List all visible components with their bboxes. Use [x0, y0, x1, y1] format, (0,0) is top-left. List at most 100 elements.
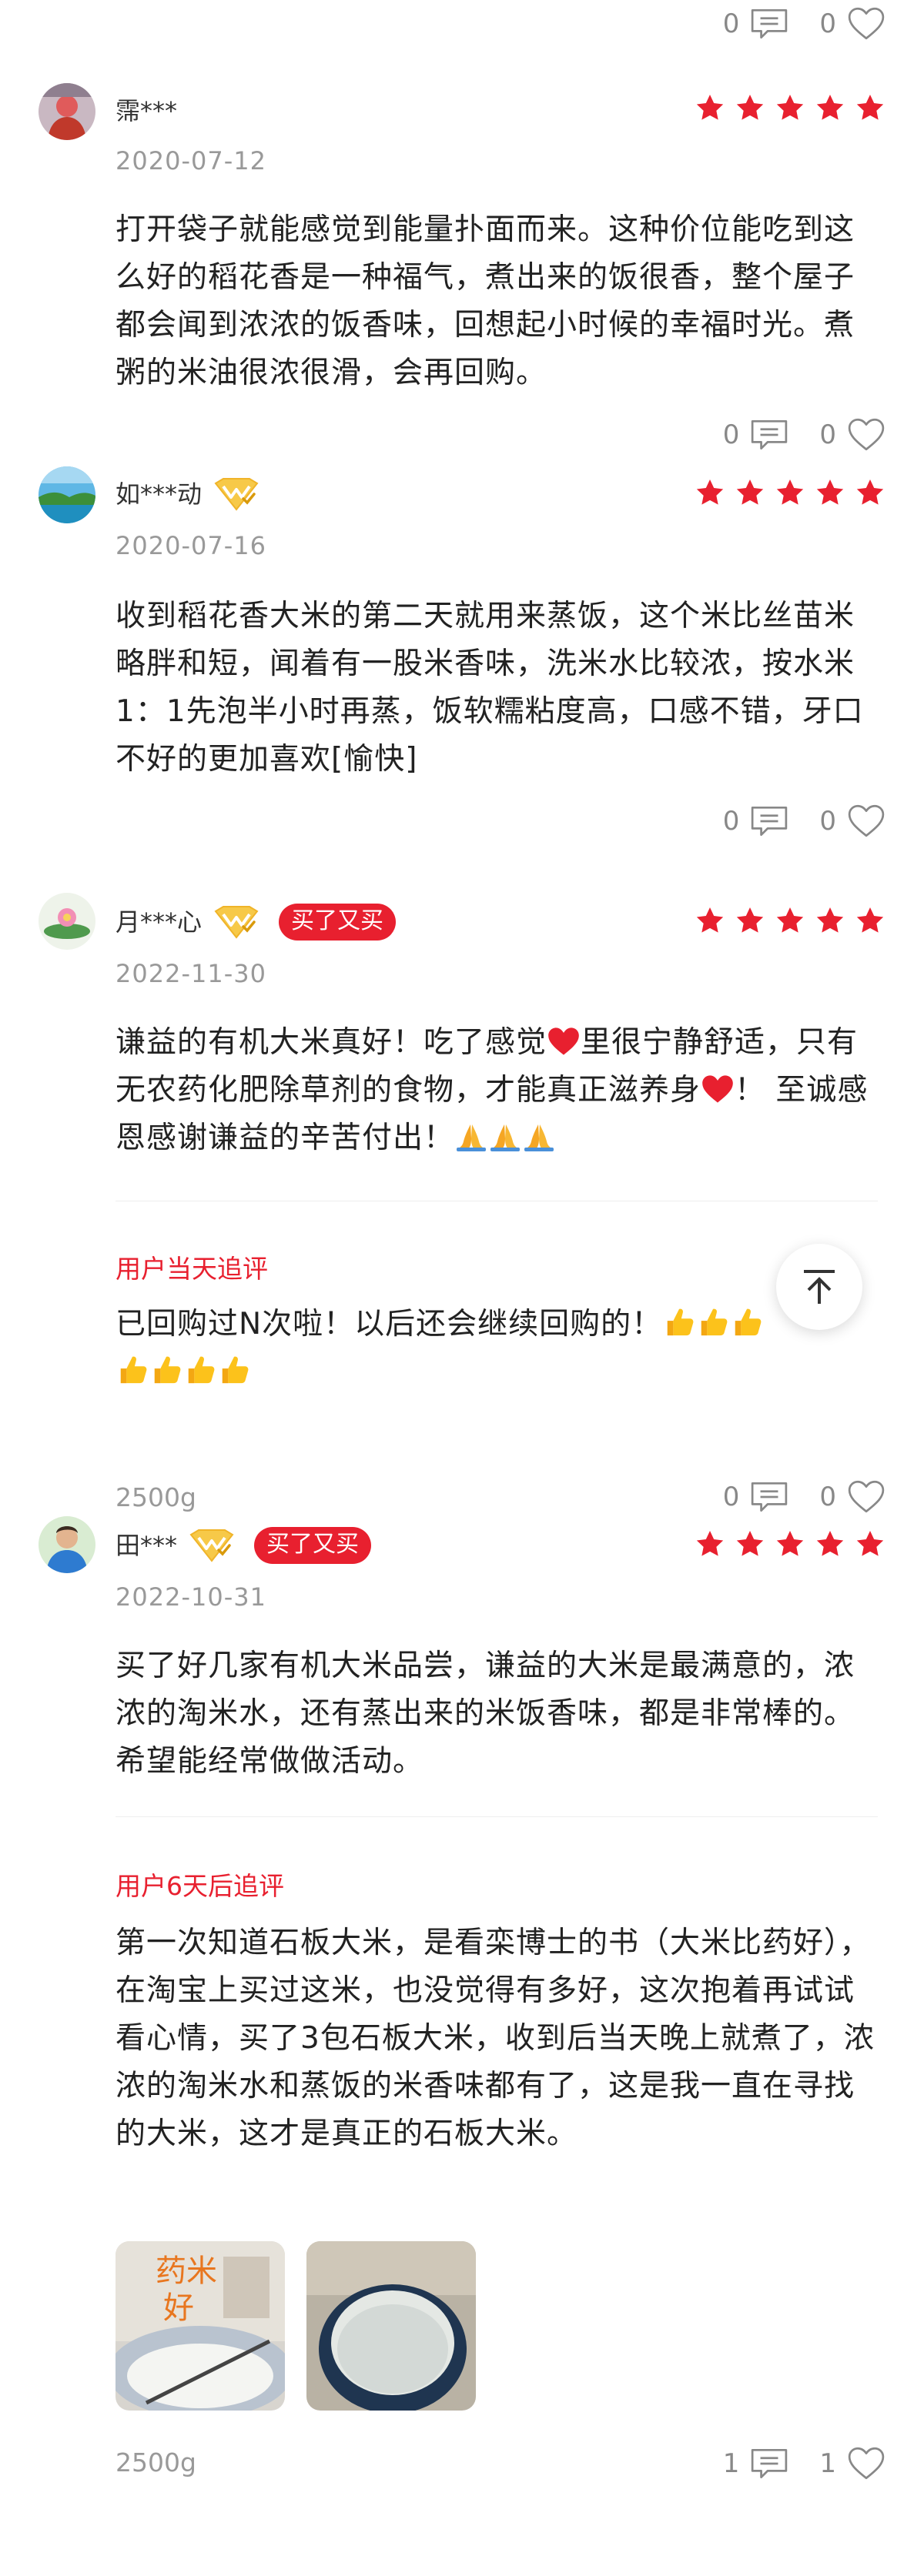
star-icon	[695, 1529, 725, 1559]
comment-count-button[interactable]: 0	[723, 805, 789, 837]
star-rating	[695, 905, 886, 936]
top-action-row: 0 0	[723, 5, 886, 43]
praying-hands-icon	[488, 1121, 522, 1152]
username-text: 月***心	[116, 907, 203, 937]
comment-icon	[750, 419, 788, 451]
like-count-button[interactable]: 0	[819, 804, 886, 839]
comment-count-button[interactable]: 0	[723, 8, 789, 40]
avatar[interactable]	[38, 83, 95, 140]
comment-icon	[750, 8, 788, 40]
comment-count-button[interactable]: 0	[723, 1481, 789, 1513]
star-rating	[695, 1529, 886, 1559]
star-icon	[735, 1529, 765, 1559]
comment-count: 1	[722, 2448, 740, 2479]
star-rating	[695, 477, 886, 508]
review-action-row: 0 0	[723, 1478, 886, 1516]
follow-up-content: 第一次知道石板大米，是看栾博士的书（大米比药好），在淘宝上买过这米，也没觉得有多…	[116, 1926, 875, 2151]
like-count-button[interactable]: 0	[819, 6, 886, 42]
like-count-button[interactable]: 1	[819, 2446, 886, 2481]
like-count-button[interactable]: 0	[819, 1479, 886, 1515]
review-date: 2020-07-12	[116, 146, 266, 175]
comment-icon	[750, 2447, 788, 2480]
star-icon	[815, 477, 845, 508]
like-count-button[interactable]: 0	[819, 417, 886, 453]
heart-icon	[847, 1479, 886, 1515]
review-action-row: 0 0	[723, 802, 886, 840]
review-action-row: 1 1	[723, 2444, 886, 2483]
repurchase-badge: 买了又买	[279, 904, 397, 941]
review-photo[interactable]: 药米 好	[116, 2241, 285, 2411]
photo-book-title: 好	[163, 2290, 194, 2326]
username-text: 如***动	[116, 479, 203, 509]
review-content: 谦益的有机大米真好！吃了感觉 里很宁静舒适，只有无农药化肥除草剂的食物，才能真正滋…	[116, 1019, 878, 1162]
repurchase-badge: 买了又买	[254, 1527, 372, 1564]
follow-up-text: 已回购过N次啦！以后还会继续回购的！	[116, 1307, 663, 1341]
star-icon	[855, 1529, 886, 1559]
comment-count: 0	[722, 806, 740, 837]
avatar[interactable]	[38, 466, 95, 523]
star-icon	[855, 477, 886, 508]
avatar[interactable]	[38, 1516, 95, 1573]
star-icon	[695, 477, 725, 508]
star-icon	[815, 92, 845, 123]
review-text: 谦益的有机大米真好！吃了感觉	[116, 1025, 547, 1060]
star-icon	[775, 1529, 805, 1559]
heart-icon	[847, 6, 886, 42]
review-content: 收到稻花香大米的第二天就用来蒸饭，这个米比丝苗米略胖和短，闻着有一股米香味，洗米…	[116, 599, 864, 777]
comment-count-button[interactable]: 0	[723, 419, 789, 451]
comment-count: 0	[722, 1482, 740, 1512]
heart-icon	[847, 417, 886, 453]
follow-up-content: 已回购过N次啦！以后还会继续回购的！	[116, 1301, 878, 1396]
vip-badge-icon	[213, 904, 260, 941]
like-count: 0	[819, 1482, 836, 1512]
username: 田*** 买了又买	[116, 1527, 372, 1564]
follow-up-label: 用户当天追评	[116, 1254, 268, 1284]
thumbs-up-icon	[217, 1354, 251, 1386]
star-icon	[775, 477, 805, 508]
heart-icon	[847, 2446, 886, 2481]
thumbs-up-icon	[730, 1306, 764, 1338]
star-icon	[735, 92, 765, 123]
username-text: 田***	[116, 1531, 178, 1560]
review-date: 2020-07-16	[116, 531, 266, 560]
star-icon	[815, 1529, 845, 1559]
vip-badge-icon	[213, 476, 260, 513]
like-count: 1	[819, 2448, 836, 2479]
comment-count-button[interactable]: 1	[723, 2447, 789, 2480]
review-content: 买了好几家有机大米品尝，谦益的大米是最满意的，浓浓的淘米水，还有蒸出来的米饭香味…	[116, 1649, 855, 1779]
star-icon	[695, 905, 725, 936]
product-spec: 2500g	[116, 1482, 196, 1512]
red-heart-icon	[701, 1074, 735, 1104]
comment-count: 0	[722, 8, 740, 39]
star-icon	[735, 477, 765, 508]
red-heart-icon	[547, 1026, 581, 1057]
thumbs-up-icon	[149, 1354, 183, 1386]
thumbs-up-icon	[662, 1306, 696, 1338]
star-icon	[815, 905, 845, 936]
avatar[interactable]	[38, 893, 95, 950]
review-date: 2022-11-30	[116, 959, 266, 988]
review-content: 打开袋子就能感觉到能量扑面而来。这种价位能吃到这么好的稻花香是一种福气，煮出来的…	[116, 212, 855, 390]
star-icon	[775, 92, 805, 123]
vip-badge-icon	[188, 1527, 236, 1564]
follow-up-label: 用户6天后追评	[116, 1871, 284, 1901]
username: 月***心 买了又买	[116, 904, 397, 941]
comment-icon	[750, 1481, 788, 1513]
star-icon	[855, 905, 886, 936]
thumbs-up-icon	[696, 1306, 730, 1338]
star-rating	[695, 92, 886, 123]
review-action-row: 0 0	[723, 416, 886, 454]
back-to-top-button[interactable]	[776, 1244, 862, 1330]
arrow-up-icon	[804, 1270, 835, 1304]
username: 如***动	[116, 476, 260, 513]
review-date: 2022-10-31	[116, 1582, 266, 1612]
review-photo[interactable]	[306, 2241, 476, 2411]
like-count: 0	[819, 419, 836, 450]
comment-icon	[750, 805, 788, 837]
username: 霈***	[116, 94, 177, 128]
thumbs-up-icon	[183, 1354, 217, 1386]
product-spec: 2500g	[116, 2447, 196, 2477]
heart-icon	[847, 804, 886, 839]
username-text: 霈***	[116, 96, 178, 125]
star-icon	[735, 905, 765, 936]
